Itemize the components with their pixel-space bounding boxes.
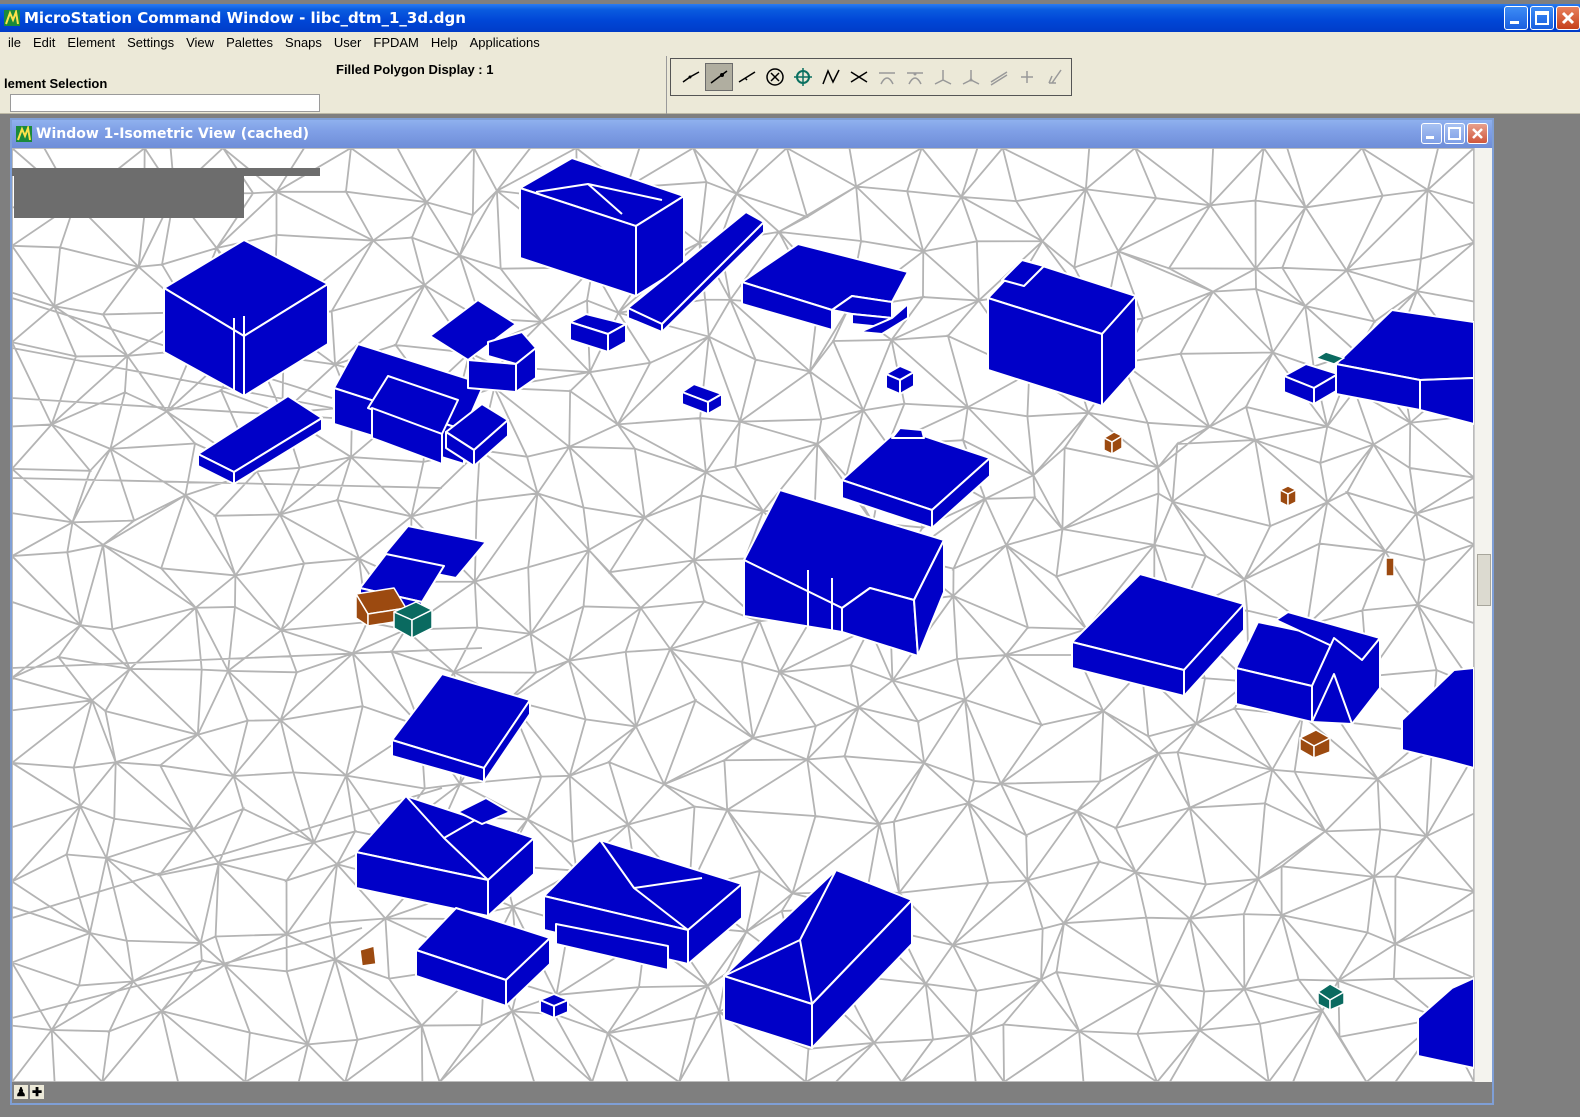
keypoint-snap-button[interactable] bbox=[705, 63, 733, 91]
building-f bbox=[987, 259, 1137, 407]
isometric-view-window[interactable]: Window 1-Isometric View (cached) ♟ ✚ bbox=[10, 118, 1494, 1105]
overlay-bar bbox=[12, 168, 320, 176]
maximize-icon bbox=[1535, 11, 1549, 25]
nearest-snap-icon bbox=[682, 71, 700, 83]
element-selection-label: lement Selection bbox=[4, 76, 108, 91]
view-close-button[interactable] bbox=[1467, 123, 1488, 144]
tangent-snap-icon bbox=[879, 72, 895, 85]
view-window-icon bbox=[16, 126, 32, 142]
building-e bbox=[741, 243, 909, 335]
building-b bbox=[197, 395, 323, 485]
point-on-snap-button[interactable] bbox=[1041, 63, 1069, 91]
parallel-snap-button[interactable] bbox=[985, 63, 1013, 91]
menu-settings[interactable]: Settings bbox=[121, 32, 180, 54]
menu-fpdam[interactable]: FPDAM bbox=[367, 32, 425, 54]
perpendicular-snap-icon bbox=[934, 70, 952, 85]
menu-user[interactable]: User bbox=[328, 32, 367, 54]
menu-applications[interactable]: Applications bbox=[464, 32, 546, 54]
menu-snaps[interactable]: Snaps bbox=[279, 32, 328, 54]
microstation-app-window: MicroStation Command Window - libc_dtm_1… bbox=[0, 0, 1580, 1117]
perpendicular-point-snap-button[interactable] bbox=[957, 63, 985, 91]
add-view-icon[interactable]: ✚ bbox=[30, 1085, 44, 1099]
menu-palettes[interactable]: Palettes bbox=[220, 32, 279, 54]
snap-toolbar bbox=[670, 58, 1072, 96]
building-c bbox=[333, 299, 537, 467]
building-q bbox=[1401, 667, 1474, 769]
keypoint-snap-icon bbox=[710, 70, 728, 84]
building-s bbox=[539, 993, 569, 1019]
building-o bbox=[1235, 611, 1381, 725]
menu-file[interactable]: ile bbox=[4, 32, 27, 54]
midpoint-snap-button[interactable] bbox=[733, 63, 761, 91]
drawing-canvas[interactable] bbox=[12, 148, 1474, 1082]
intersection-snap-icon bbox=[850, 71, 868, 83]
app-title-bar[interactable]: MicroStation Command Window - libc_dtm_1… bbox=[0, 4, 1580, 32]
building-j bbox=[391, 673, 531, 783]
center-snap-icon bbox=[766, 68, 784, 86]
close-icon bbox=[1472, 128, 1483, 139]
minimize-button[interactable] bbox=[1504, 6, 1528, 30]
through-point-snap-icon bbox=[1021, 71, 1033, 83]
tool-divider bbox=[666, 56, 667, 114]
view-title-bar[interactable]: Window 1-Isometric View (cached) bbox=[12, 120, 1492, 148]
menu-bar: ile Edit Element Settings View Palettes … bbox=[0, 32, 1580, 54]
app-title: MicroStation Command Window - libc_dtm_1… bbox=[24, 9, 466, 27]
close-icon bbox=[1561, 11, 1575, 25]
view-maximize-button[interactable] bbox=[1444, 123, 1465, 144]
building-n bbox=[1071, 573, 1245, 697]
through-point-snap-button[interactable] bbox=[1013, 63, 1041, 91]
small-boxes bbox=[681, 365, 915, 415]
menu-view[interactable]: View bbox=[180, 32, 220, 54]
origin-snap-button[interactable] bbox=[789, 63, 817, 91]
minimize-icon bbox=[1510, 21, 1519, 24]
microstation-logo-icon bbox=[4, 10, 20, 26]
menu-help[interactable]: Help bbox=[425, 32, 464, 54]
maximize-button[interactable] bbox=[1530, 6, 1554, 30]
bisector-snap-icon bbox=[822, 69, 840, 85]
center-snap-button[interactable] bbox=[761, 63, 789, 91]
window-controls bbox=[1504, 6, 1580, 30]
menu-element[interactable]: Element bbox=[61, 32, 121, 54]
view-attributes-icon[interactable]: ♟ bbox=[14, 1085, 28, 1099]
origin-snap-icon bbox=[794, 68, 812, 86]
building-m bbox=[723, 869, 913, 1049]
nearest-snap-button[interactable] bbox=[677, 63, 705, 91]
building-g bbox=[841, 427, 991, 529]
minimize-icon bbox=[1426, 136, 1434, 139]
building-models bbox=[163, 157, 1474, 1069]
view-title: Window 1-Isometric View (cached) bbox=[36, 126, 310, 142]
maximize-icon bbox=[1448, 127, 1461, 140]
perpendicular-snap-button[interactable] bbox=[929, 63, 957, 91]
bisector-snap-button[interactable] bbox=[817, 63, 845, 91]
tangent-point-snap-icon bbox=[907, 72, 923, 85]
intersection-snap-button[interactable] bbox=[845, 63, 873, 91]
point-on-snap-icon bbox=[1048, 69, 1062, 84]
view-window-controls bbox=[1421, 123, 1488, 144]
parallel-snap-icon bbox=[990, 71, 1008, 86]
key-in-field[interactable] bbox=[10, 94, 320, 112]
view-control-bar: ♟ ✚ bbox=[12, 1082, 1492, 1103]
overlay-block bbox=[14, 176, 244, 218]
midpoint-snap-icon bbox=[738, 71, 756, 83]
tangent-point-snap-button[interactable] bbox=[901, 63, 929, 91]
command-tool-area: lement Selection Filled Polygon Display … bbox=[0, 54, 1580, 114]
close-button[interactable] bbox=[1556, 6, 1580, 30]
vertical-scrollbar[interactable] bbox=[1474, 148, 1492, 1082]
tangent-snap-button[interactable] bbox=[873, 63, 901, 91]
building-l bbox=[543, 839, 743, 971]
building-a bbox=[163, 239, 329, 397]
menu-edit[interactable]: Edit bbox=[27, 32, 61, 54]
filled-polygon-status: Filled Polygon Display : 1 bbox=[336, 62, 494, 77]
perpendicular-point-snap-icon bbox=[962, 70, 980, 85]
building-d bbox=[519, 157, 765, 353]
building-r bbox=[1417, 977, 1474, 1069]
view-minimize-button[interactable] bbox=[1421, 123, 1442, 144]
building-p bbox=[1283, 309, 1474, 425]
scroll-thumb[interactable] bbox=[1477, 554, 1491, 606]
building-k bbox=[355, 795, 551, 1007]
